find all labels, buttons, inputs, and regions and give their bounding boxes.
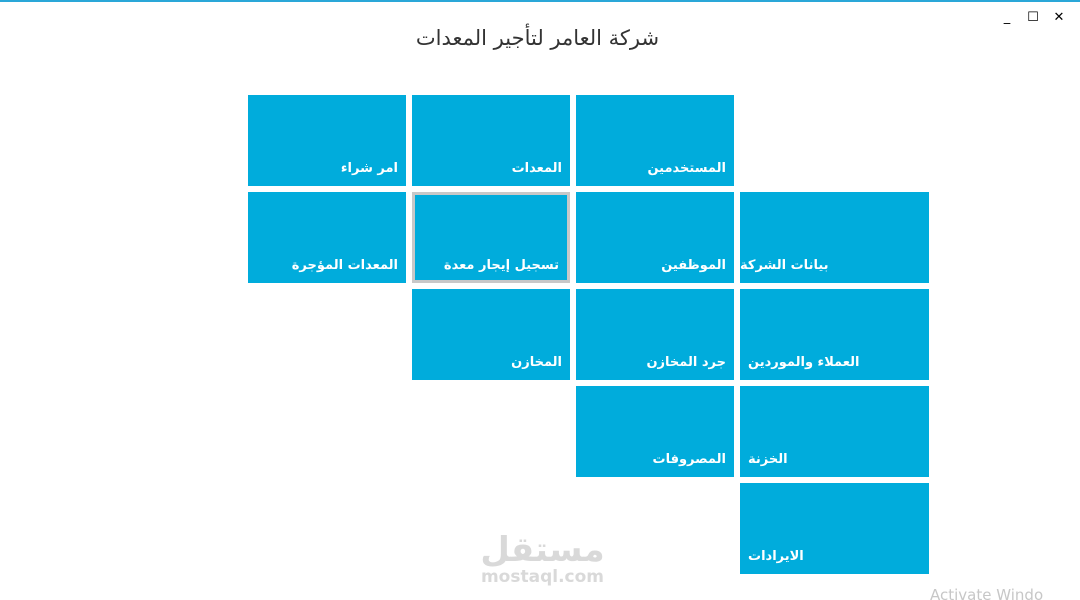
tile-rented-equipment[interactable]: المعدات المؤجرة	[248, 192, 406, 283]
tile-label: جرد المخازن	[646, 355, 726, 370]
tile-company-data[interactable]: بيانات الشركة	[740, 192, 929, 283]
tile-revenues[interactable]: الايرادات	[740, 483, 929, 574]
tile-equipment[interactable]: المعدات	[412, 95, 570, 186]
watermark-latin: mostaql.com	[480, 567, 605, 587]
close-button[interactable]: ✕	[1050, 8, 1068, 26]
tile-purchase-order[interactable]: امر شراء	[248, 95, 406, 186]
mostaql-watermark: مستقل mostaql.com	[470, 532, 615, 586]
window-title: شركة العامر لتأجير المعدات	[415, 26, 660, 50]
tile-employees[interactable]: الموظفين	[576, 192, 734, 283]
tile-inventory[interactable]: جرد المخازن	[576, 289, 734, 380]
tile-label: المخازن	[511, 355, 562, 370]
tile-label: الموظفين	[661, 258, 726, 273]
tile-label: المعدات	[511, 161, 562, 176]
tile-label: العملاء والموردين	[748, 355, 860, 370]
minimize-button[interactable]: _	[998, 8, 1016, 26]
tile-label: امر شراء	[340, 161, 398, 176]
tile-treasury[interactable]: الخزنة	[740, 386, 929, 477]
maximize-button[interactable]: ☐	[1024, 8, 1042, 26]
tile-label: المعدات المؤجرة	[291, 258, 398, 273]
tile-register-rental[interactable]: تسجيل إيجار معدة	[412, 192, 570, 283]
tile-expenses[interactable]: المصروفات	[576, 386, 734, 477]
tile-label: الايرادات	[748, 549, 804, 564]
app-window: شركة العامر لتأجير المعدات _ ☐ ✕ امر شرا…	[0, 0, 1080, 600]
tile-label: بيانات الشركة	[740, 258, 829, 273]
tile-label: المستخدمين	[647, 161, 726, 176]
tile-label: تسجيل إيجار معدة	[443, 258, 559, 273]
activate-windows-overlay: Activate Windo	[930, 586, 1044, 600]
window-controls: _ ☐ ✕	[998, 8, 1068, 26]
tile-clients-suppliers[interactable]: العملاء والموردين	[740, 289, 929, 380]
watermark-arabic: مستقل	[480, 530, 605, 570]
tile-label: الخزنة	[748, 452, 788, 467]
tile-label: المصروفات	[652, 452, 727, 467]
tile-warehouses[interactable]: المخازن	[412, 289, 570, 380]
tile-users[interactable]: المستخدمين	[576, 95, 734, 186]
